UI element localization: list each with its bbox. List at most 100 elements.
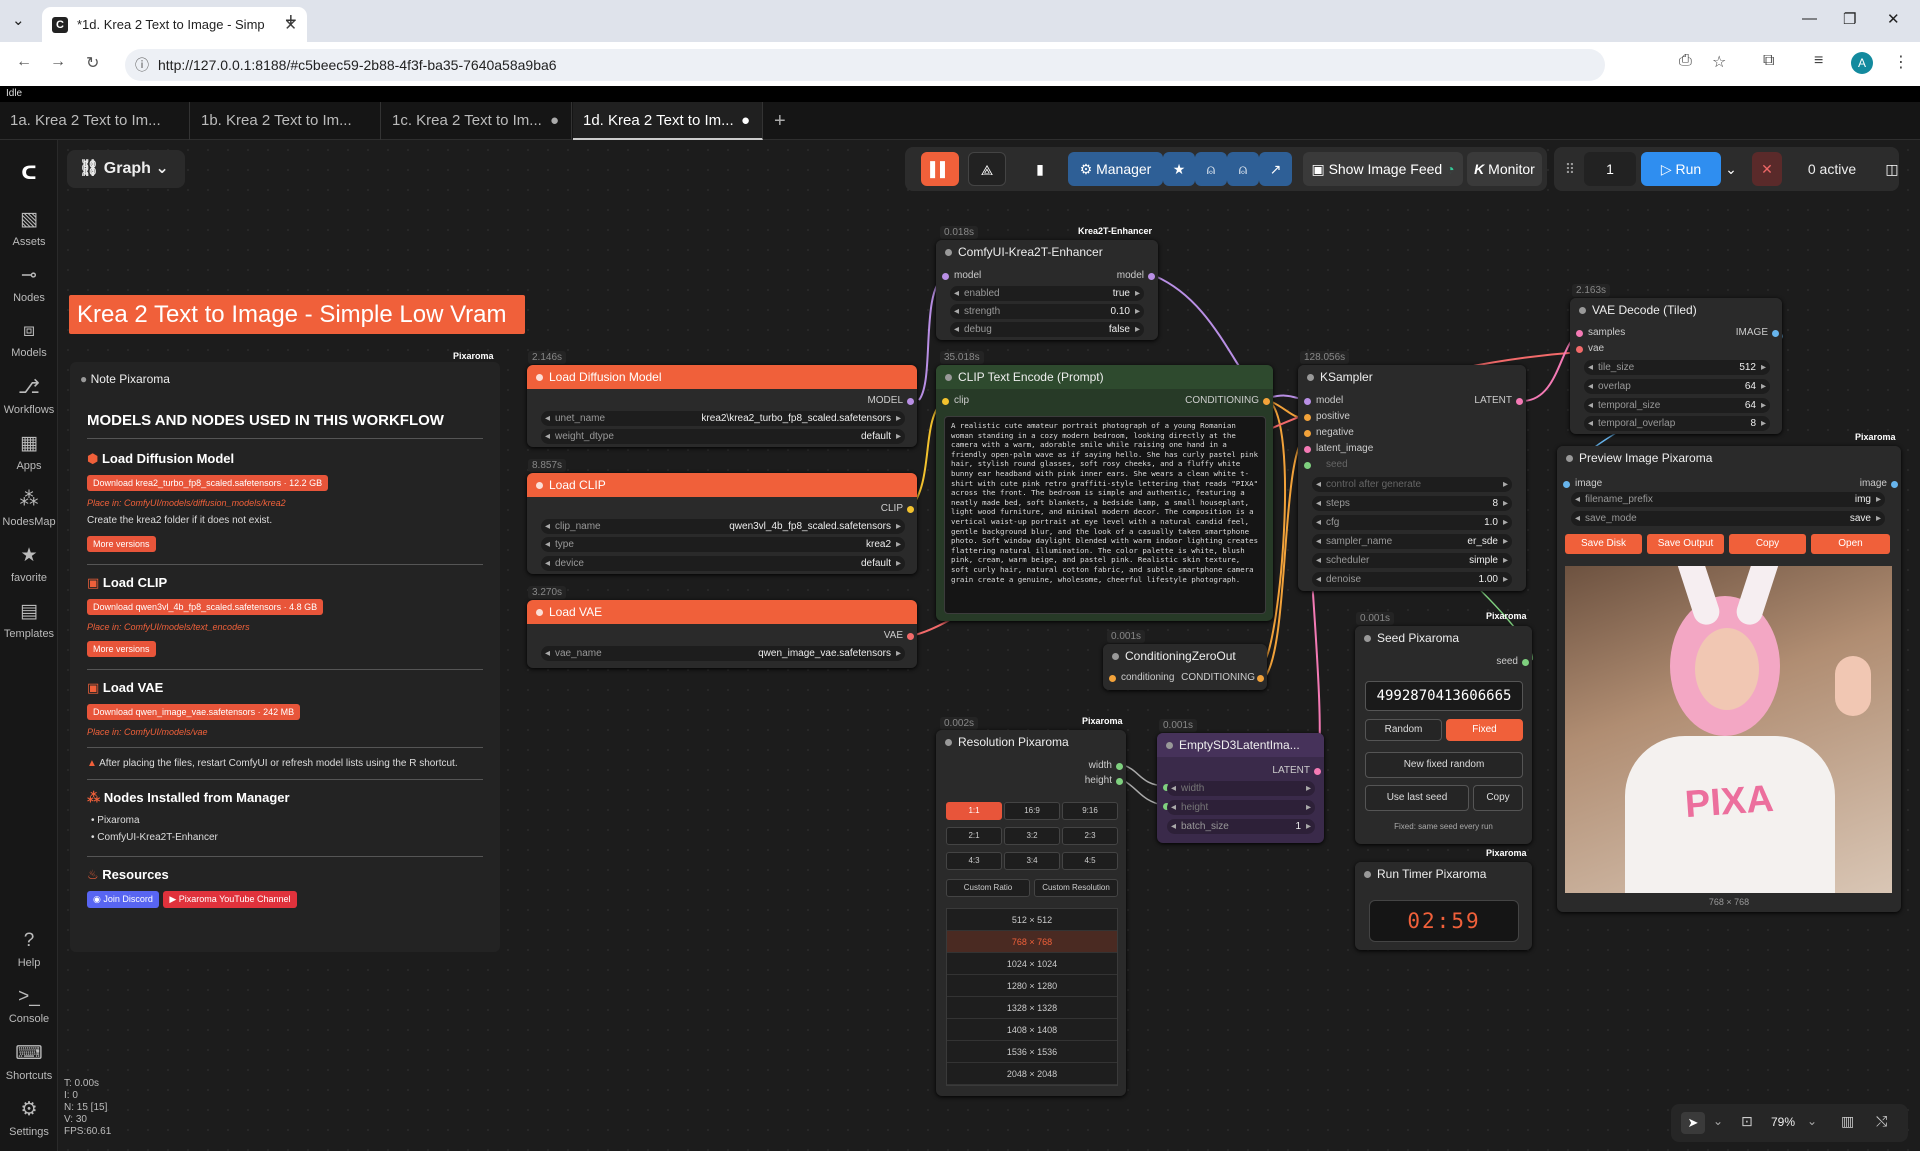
unet-name-widget[interactable]: unet_name krea2\krea2_turbo_fp8_scaled.sa… — [541, 411, 905, 426]
monitor-button[interactable]: K Monitor — [1467, 152, 1542, 186]
empty-sd3-latent-node[interactable]: EmptySD3LatentIma... LATENT width height… — [1157, 733, 1324, 843]
run-timer-pixaroma-node[interactable]: Run Timer Pixaroma 02:59 — [1355, 862, 1532, 950]
vae-decode-tiled-node[interactable]: VAE Decode (Tiled) samples vae IMAGE til… — [1570, 298, 1782, 434]
sidebar-item-favorite[interactable]: ★ favorite — [0, 544, 58, 584]
node-button-b[interactable]: ⍝ — [1227, 152, 1259, 186]
resolution-option-selected[interactable]: 768 × 768 — [947, 931, 1117, 953]
overlap-widget[interactable]: overlap 64 — [1584, 379, 1770, 394]
clip-type-widget[interactable]: type krea2 — [541, 537, 905, 552]
youtube-channel-button[interactable]: ▶ Pixaroma YouTube Channel — [163, 891, 297, 908]
steps-widget[interactable]: steps 8 — [1312, 496, 1512, 511]
output-port[interactable] — [1522, 659, 1529, 666]
workflow-tab-1c[interactable]: 1c. Krea 2 Text to Im... ● — [382, 102, 572, 140]
node-button-a[interactable]: ⍝ — [1195, 152, 1227, 186]
output-port[interactable] — [1891, 481, 1898, 488]
preview-image-pixaroma-node[interactable]: Preview Image Pixaroma image image filen… — [1557, 446, 1901, 912]
show-image-feed-button[interactable]: ▣ Show Image Feed ◔ — [1303, 152, 1463, 186]
sidebar-item-templates[interactable]: ▤ Templates — [0, 600, 58, 640]
star-button[interactable]: ★ — [1163, 152, 1195, 186]
run-options-button[interactable]: ⌄ — [1721, 152, 1741, 186]
sidebar-item-shortcuts[interactable]: ⌨ Shortcuts — [0, 1042, 58, 1082]
input-port[interactable] — [1304, 414, 1311, 421]
ratio-4-5-button[interactable]: 4:5 — [1062, 852, 1118, 870]
download-clip-link[interactable]: Download qwen3vl_4b_fp8_scaled.safetenso… — [87, 599, 324, 615]
chevron-down-icon[interactable]: ⌄ — [1713, 1114, 1723, 1128]
denoise-widget[interactable]: denoise 1.00 — [1312, 572, 1512, 587]
clip-name-widget[interactable]: clip_name qwen3vl_4b_fp8_scaled.safetenso… — [541, 519, 905, 534]
output-port[interactable] — [907, 398, 914, 405]
load-vae-node[interactable]: Load VAE VAE vae_name qwen_image_vae.safe… — [527, 600, 917, 668]
output-port[interactable] — [1516, 398, 1523, 405]
workflow-tab-1b[interactable]: 1b. Krea 2 Text to Im... — [191, 102, 381, 140]
drag-handle-icon[interactable]: ⠿ — [1562, 152, 1578, 186]
custom-resolution-button[interactable]: Custom Resolution — [1034, 879, 1118, 897]
filename-prefix-widget[interactable]: filename_prefix img — [1571, 492, 1885, 507]
more-versions-link[interactable]: More versions — [87, 536, 156, 552]
sidebar-item-console[interactable]: >_ Console — [0, 986, 58, 1025]
input-port[interactable] — [1304, 462, 1311, 469]
ratio-2-1-button[interactable]: 2:1 — [946, 827, 1002, 845]
resolution-option[interactable]: 1408 × 1408 — [947, 1019, 1117, 1041]
copy-button[interactable]: Copy — [1729, 534, 1806, 554]
workflow-icon-button[interactable]: ⟁ — [968, 152, 1006, 186]
tab-list-icon[interactable]: ⌄ — [12, 11, 25, 29]
profile-avatar[interactable]: A — [1851, 52, 1873, 74]
queue-count-input[interactable]: 1 — [1584, 152, 1636, 186]
graph-menu-button[interactable]: ⛓ Graph ⌄ — [67, 150, 185, 188]
note-pixaroma-node[interactable]: ● Note Pixaroma MODELS AND NODES USED IN… — [70, 362, 500, 952]
enabled-toggle[interactable]: enabled true — [950, 286, 1144, 301]
workflow-tab-1d[interactable]: 1d. Krea 2 Text to Im... ● — [573, 102, 763, 140]
input-port[interactable] — [1563, 481, 1570, 488]
conditioning-zero-out-node[interactable]: ConditioningZeroOut conditioning CONDITI… — [1103, 644, 1267, 690]
sidebar-item-help[interactable]: ? Help — [0, 930, 58, 969]
browser-tab[interactable]: C *1d. Krea 2 Text to Image - Simp ✕ — [42, 7, 307, 42]
share-button[interactable]: ↗ — [1259, 152, 1292, 186]
site-info-icon[interactable]: ⓘ — [135, 49, 149, 81]
sidebar-item-nodes[interactable]: ⊸ Nodes — [0, 264, 58, 304]
menu-kebab-icon[interactable]: ⋮ — [1893, 52, 1909, 72]
random-mode-button[interactable]: Random — [1365, 719, 1442, 741]
active-queue-button[interactable]: 0 active — [1792, 152, 1872, 186]
input-port[interactable] — [942, 273, 949, 280]
ratio-16-9-button[interactable]: 16:9 — [1004, 802, 1060, 820]
minimize-icon[interactable]: — — [1802, 10, 1817, 27]
close-window-icon[interactable]: ✕ — [1887, 10, 1900, 28]
download-diffusion-link[interactable]: Download krea2_turbo_fp8_scaled.safetens… — [87, 475, 329, 491]
comfy-logo[interactable]: ᑕ — [0, 162, 58, 190]
manager-button[interactable]: ⚙ Manager — [1068, 152, 1163, 186]
temporal-size-widget[interactable]: temporal_size 64 — [1584, 398, 1770, 413]
seed-pixaroma-node[interactable]: Seed Pixaroma seed 4992870413606665 Rand… — [1355, 626, 1532, 844]
resolution-option[interactable]: 1024 × 1024 — [947, 953, 1117, 975]
address-bar[interactable]: ⓘ http://127.0.0.1:8188/#c5beec59-2b88-4… — [125, 49, 1605, 81]
fixed-mode-button[interactable]: Fixed — [1446, 719, 1523, 741]
seed-value-input[interactable]: 4992870413606665 — [1365, 681, 1523, 711]
ratio-2-3-button[interactable]: 2:3 — [1062, 827, 1118, 845]
temporal-overlap-widget[interactable]: temporal_overlap 8 — [1584, 416, 1770, 431]
output-port[interactable] — [1314, 768, 1321, 775]
weight-dtype-widget[interactable]: weight_dtype default — [541, 429, 905, 444]
ratio-3-2-button[interactable]: 3:2 — [1004, 827, 1060, 845]
new-workflow-icon[interactable]: + — [774, 102, 786, 140]
copy-seed-button[interactable]: Copy — [1473, 785, 1523, 811]
zoom-level[interactable]: 79% — [1771, 1115, 1795, 1129]
clip-device-widget[interactable]: device default — [541, 556, 905, 571]
ksampler-node[interactable]: KSampler model positive negative latent_… — [1298, 365, 1526, 591]
reload-icon[interactable]: ↻ — [86, 53, 99, 73]
bookmark-button[interactable]: ▮ — [1027, 152, 1053, 186]
load-diffusion-model-node[interactable]: Load Diffusion Model MODEL unet_name krea… — [527, 365, 917, 447]
new-fixed-random-button[interactable]: New fixed random — [1365, 752, 1523, 778]
batch-size-widget[interactable]: batch_size 1 — [1167, 819, 1315, 834]
save-output-button[interactable]: Save Output — [1647, 534, 1724, 554]
debug-toggle[interactable]: debug false — [950, 322, 1144, 337]
chevron-down-icon[interactable]: ⌄ — [1807, 1114, 1817, 1128]
ratio-9-16-button[interactable]: 9:16 — [1062, 802, 1118, 820]
load-clip-node[interactable]: Load CLIP CLIP clip_name qwen3vl_4b_fp8_s… — [527, 473, 917, 574]
more-versions-link[interactable]: More versions — [87, 641, 156, 657]
workflow-tab-1a[interactable]: 1a. Krea 2 Text to Im... — [0, 102, 190, 140]
open-button[interactable]: Open — [1811, 534, 1890, 554]
resolution-option[interactable]: 2048 × 2048 — [947, 1063, 1117, 1085]
fit-view-icon[interactable]: ⊡ — [1741, 1113, 1753, 1130]
output-port[interactable] — [1263, 398, 1270, 405]
control-after-generate-widget[interactable]: control after generate — [1312, 477, 1512, 492]
pixaroma-icon-button[interactable]: ▌▌ — [921, 152, 959, 186]
